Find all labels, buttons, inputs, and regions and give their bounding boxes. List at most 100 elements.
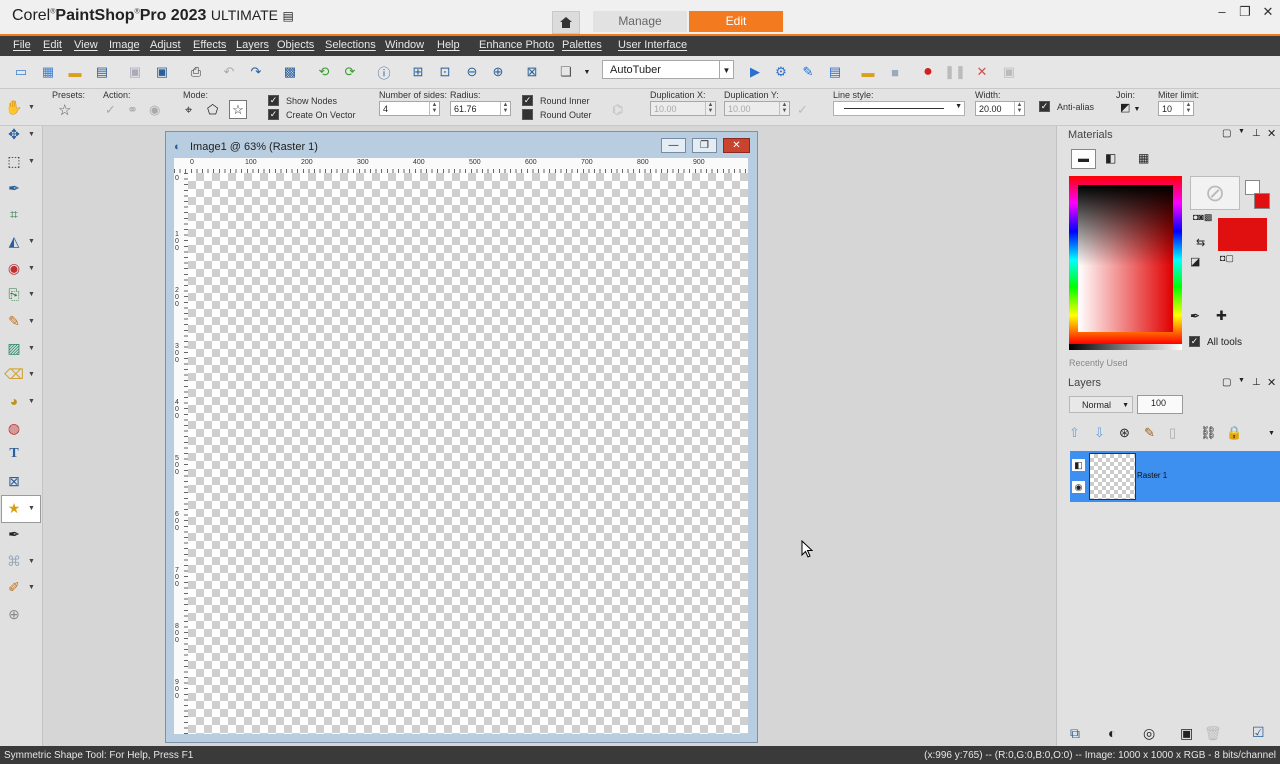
chevron-down-icon[interactable]: ▼: [28, 371, 35, 378]
rotate-left-icon[interactable]: ⟲: [315, 63, 333, 81]
stroke-style-icons[interactable]: ◘▢: [1220, 253, 1250, 266]
star-mode-icon[interactable]: ☆: [229, 100, 247, 119]
fill-tool-icon[interactable]: ◕: [5, 392, 23, 410]
apply-icon[interactable]: ✓: [105, 102, 116, 118]
group-layer-icon[interactable]: ▣: [1180, 725, 1193, 742]
record-icon[interactable]: ●: [919, 63, 937, 81]
layer-name[interactable]: Raster 1: [1137, 471, 1167, 480]
menu-file[interactable]: File: [13, 39, 31, 51]
close-icon[interactable]: ✕: [1259, 4, 1277, 20]
chevron-down-icon[interactable]: ▼: [28, 318, 35, 325]
menu-palettes[interactable]: Palettes: [562, 39, 602, 51]
selection-tool-icon[interactable]: ⬚: [5, 152, 23, 170]
symmetric-shape-tool-icon[interactable]: ★: [5, 499, 23, 517]
chevron-down-icon[interactable]: ▼: [955, 103, 962, 110]
actual-size-icon[interactable]: ⊞: [409, 63, 427, 81]
chevron-down-icon[interactable]: ▼: [28, 291, 35, 298]
menu-view[interactable]: View: [74, 39, 98, 51]
run-script-icon[interactable]: ▶: [746, 63, 764, 81]
radius-input[interactable]: 61.76 ▲ ▼: [450, 101, 511, 116]
sides-input[interactable]: 4 ▲ ▼: [379, 101, 440, 116]
script-window-icon[interactable]: ■: [886, 63, 904, 81]
menu-user-interface[interactable]: User Interface: [618, 39, 687, 51]
zoom-in-icon[interactable]: ⊕: [489, 63, 507, 81]
image-maximize-button[interactable]: ❐: [692, 138, 717, 153]
palette-restore-icon[interactable]: ▢: [1222, 128, 1231, 139]
text-tool-icon[interactable]: T: [5, 445, 23, 463]
add-swatch-icon[interactable]: ✚: [1216, 308, 1227, 324]
red-eye-tool-icon[interactable]: ◉: [5, 259, 23, 277]
chevron-down-icon[interactable]: ▼: [578, 63, 596, 81]
chevron-down-icon[interactable]: ▼: [28, 584, 35, 591]
crop-tool-icon[interactable]: ⌗: [5, 205, 23, 223]
color-changer-icon[interactable]: ◍: [5, 419, 23, 437]
grid-icon[interactable]: ▦: [39, 63, 57, 81]
clone-tool-icon[interactable]: ⎘: [5, 285, 23, 303]
join-select[interactable]: ◩ ▼: [1120, 101, 1148, 116]
pin-icon[interactable]: ⊥: [1252, 128, 1261, 139]
frame-tab-icon[interactable]: ▬: [1071, 149, 1096, 169]
link-icon[interactable]: ⛓: [1200, 425, 1217, 441]
polygon-mode-icon[interactable]: ⬠: [207, 102, 218, 118]
tab-manage[interactable]: Manage: [593, 11, 687, 32]
rainbow-tab-icon[interactable]: ◧: [1105, 151, 1116, 165]
print-icon[interactable]: ⎙: [187, 63, 205, 81]
move-layer-up-icon[interactable]: ⇧: [1069, 425, 1080, 441]
pick-tool-icon[interactable]: ⊠: [5, 472, 23, 490]
foreground-mini-swatch[interactable]: [1254, 193, 1270, 209]
zoom-out-icon[interactable]: ⊖: [463, 63, 481, 81]
menu-effects[interactable]: Effects: [193, 39, 226, 51]
chevron-down-icon[interactable]: ▼: [28, 158, 35, 165]
chevron-down-icon[interactable]: ▼: [1238, 128, 1245, 135]
mask-icon[interactable]: ▯: [1169, 425, 1176, 441]
script-select[interactable]: AutoTuber ▼: [602, 60, 734, 79]
restore-icon[interactable]: ❐: [1236, 4, 1254, 20]
color-picker-square[interactable]: [1078, 185, 1173, 332]
menu-image[interactable]: Image: [109, 39, 140, 51]
layer-properties-icon[interactable]: ⧉: [1070, 725, 1080, 742]
image-minimize-button[interactable]: —: [661, 138, 686, 153]
blend-mode-select[interactable]: Normal ▼: [1069, 396, 1133, 413]
menu-enhance-photo[interactable]: Enhance Photo: [479, 39, 554, 51]
rotate-right-icon[interactable]: ⟳: [341, 63, 359, 81]
lock-icon[interactable]: 🔒: [1226, 425, 1242, 441]
chevron-down-icon[interactable]: ▼: [1122, 397, 1129, 414]
palette-restore-icon[interactable]: ▢: [1222, 377, 1231, 388]
close-icon[interactable]: ✕: [1267, 376, 1276, 389]
chevron-down-icon[interactable]: ▼: [28, 238, 35, 245]
star-preset-icon[interactable]: ☆: [58, 101, 71, 119]
screen-icon[interactable]: ▤: [282, 9, 293, 23]
menu-objects[interactable]: Objects: [277, 39, 314, 51]
background-eraser-icon[interactable]: ▨: [5, 339, 23, 357]
opacity-input[interactable]: 100: [1137, 395, 1183, 414]
save-script-icon[interactable]: ▣: [1000, 63, 1018, 81]
eraser-tool-icon[interactable]: ⌫: [4, 365, 24, 383]
pan-tool-icon[interactable]: ✋: [5, 98, 23, 116]
minimize-icon[interactable]: –: [1213, 4, 1231, 20]
open-folder-icon[interactable]: ▬: [66, 63, 84, 81]
save-as-icon[interactable]: ▣: [153, 63, 171, 81]
create-on-vector-checkbox[interactable]: ✓: [268, 109, 279, 120]
dup-y-input[interactable]: 10.00 ▲ ▼: [724, 101, 790, 116]
chevron-down-icon[interactable]: ▼: [28, 104, 35, 111]
round-inner-checkbox[interactable]: ✓: [522, 95, 533, 106]
paste-icon[interactable]: ❏: [557, 63, 575, 81]
warp-brush-icon[interactable]: ⌘: [5, 552, 23, 570]
image-close-button[interactable]: ✕: [723, 138, 750, 153]
tab-edit[interactable]: Edit: [689, 11, 783, 32]
apply-duplicate-icon[interactable]: ✓: [797, 102, 808, 118]
move-tool-icon[interactable]: ✥: [5, 125, 23, 143]
menu-adjust[interactable]: Adjust: [150, 39, 181, 51]
chevron-down-icon[interactable]: ▼: [28, 505, 35, 512]
swap-colors-icon[interactable]: ⇆: [1196, 236, 1205, 249]
edit-mode-icon[interactable]: ⌖: [185, 102, 192, 118]
script-interactive-icon[interactable]: ⚙: [772, 63, 790, 81]
home-button[interactable]: [552, 11, 580, 34]
width-input[interactable]: 20.00 ▲ ▼: [975, 101, 1025, 116]
eye-icon[interactable]: ◉: [149, 102, 160, 118]
chevron-down-icon[interactable]: ▼: [28, 131, 35, 138]
new-file-icon[interactable]: ▭: [12, 63, 30, 81]
close-icon[interactable]: ✕: [1267, 127, 1276, 140]
info-icon[interactable]: ⓘ: [375, 63, 393, 81]
miter-input[interactable]: 10 ▲ ▼: [1158, 101, 1194, 116]
